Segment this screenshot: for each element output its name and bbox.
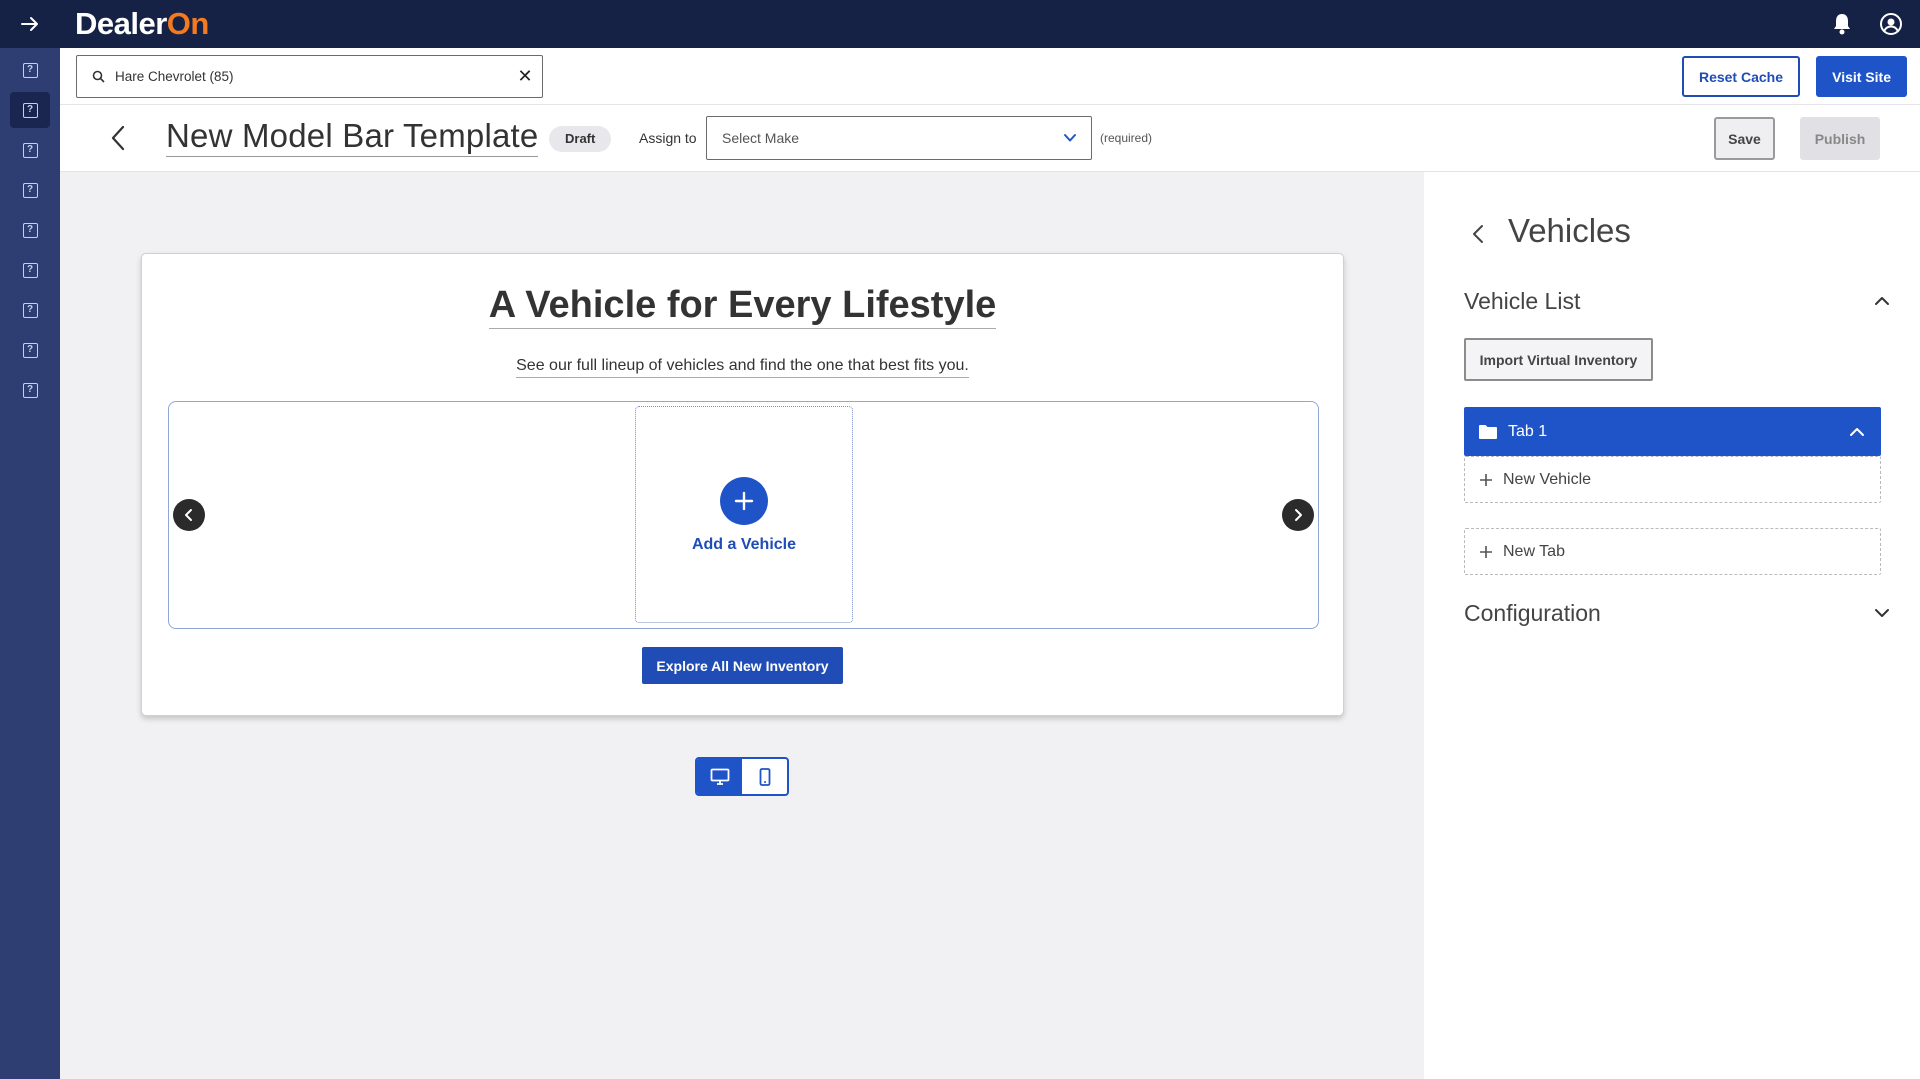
visit-site-button[interactable]: Visit Site [1816, 56, 1907, 97]
plus-icon [734, 491, 754, 511]
reset-cache-button[interactable]: Reset Cache [1681, 56, 1800, 97]
tab-1-header[interactable]: Tab 1 [1464, 407, 1881, 456]
logo-text: Dealer [75, 6, 167, 41]
dealer-search-bar: Hare Chevrolet (85) ✕ Reset Cache Visit … [60, 48, 1920, 105]
help-icon: ? [22, 182, 38, 198]
chevron-left-icon [111, 125, 125, 151]
mobile-preview-button[interactable] [742, 759, 787, 794]
save-button[interactable]: Save [1714, 117, 1775, 160]
help-icon: ? [22, 342, 38, 358]
device-preview-toggle [695, 757, 789, 796]
settings-panel: Vehicles Vehicle List Import Virtual Inv… [1424, 172, 1920, 1079]
bell-icon [1834, 14, 1850, 35]
nav-item-7[interactable]: ? [10, 292, 50, 328]
new-vehicle-label: New Vehicle [1503, 470, 1592, 488]
search-icon [92, 70, 105, 83]
chevron-left-icon [1473, 225, 1483, 243]
top-bar: Dealer On [60, 0, 1920, 48]
make-select[interactable]: Select Make [706, 116, 1092, 160]
configuration-expand-button[interactable] [1874, 606, 1890, 625]
arrow-right-icon [21, 17, 38, 31]
preview-subheading[interactable]: See our full lineup of vehicles and find… [516, 357, 969, 378]
desktop-preview-button[interactable] [697, 759, 742, 794]
chevron-up-icon [1875, 297, 1889, 305]
expand-nav-button[interactable] [0, 0, 60, 48]
nav-item-1[interactable]: ? [10, 52, 50, 88]
carousel-next-button[interactable] [1282, 499, 1314, 531]
chevron-up-icon [1850, 427, 1864, 436]
editor-header: New Model Bar Template Draft Assign to S… [60, 105, 1920, 172]
preview-heading[interactable]: A Vehicle for Every Lifestyle [488, 284, 997, 329]
help-icon: ? [22, 262, 38, 278]
make-select-placeholder: Select Make [722, 130, 800, 146]
nav-item-6[interactable]: ? [10, 252, 50, 288]
nav-item-3[interactable]: ? [10, 132, 50, 168]
configuration-heading[interactable]: Configuration [1464, 600, 1601, 627]
panel-back-button[interactable] [1472, 224, 1484, 249]
nav-item-2[interactable]: ? [10, 92, 50, 128]
left-rail: ? ? ? ? ? ? ? ? ? [0, 0, 60, 1079]
import-virtual-inventory-button[interactable]: Import Virtual Inventory [1464, 338, 1653, 381]
vehicle-list-heading[interactable]: Vehicle List [1464, 288, 1580, 315]
add-vehicle-slot[interactable]: Add a Vehicle [635, 406, 853, 623]
new-tab-label: New Tab [1503, 542, 1565, 560]
dealeron-logo[interactable]: Dealer On [75, 6, 209, 42]
nav-item-5[interactable]: ? [10, 212, 50, 248]
folder-icon [1479, 424, 1497, 439]
nav-item-4[interactable]: ? [10, 172, 50, 208]
help-icon: ? [22, 102, 38, 118]
mobile-icon [759, 767, 770, 786]
new-tab-button[interactable]: New Tab [1464, 528, 1881, 575]
panel-title: Vehicles [1508, 212, 1631, 249]
help-icon: ? [22, 222, 38, 238]
chevron-left-icon [185, 509, 192, 521]
back-button[interactable] [110, 125, 126, 156]
tab-1-label: Tab 1 [1508, 422, 1548, 440]
desktop-icon [710, 768, 729, 785]
help-icon: ? [22, 382, 38, 398]
add-vehicle-label[interactable]: Add a Vehicle [636, 536, 852, 554]
nav-item-9[interactable]: ? [10, 372, 50, 408]
required-note: (required) [1100, 131, 1153, 145]
model-bar-preview: A Vehicle for Every Lifestyle See our fu… [141, 253, 1344, 716]
account-button[interactable] [1879, 12, 1903, 41]
vehicle-carousel: Add a Vehicle [168, 401, 1319, 629]
add-vehicle-button[interactable] [720, 477, 768, 525]
help-icon: ? [22, 302, 38, 318]
help-icon: ? [22, 142, 38, 158]
logo-text-accent: On [166, 6, 210, 41]
assign-label: Assign to [639, 130, 697, 146]
explore-inventory-button[interactable]: Explore All New Inventory [642, 647, 843, 684]
carousel-prev-button[interactable] [173, 499, 205, 531]
chevron-right-icon [1295, 509, 1302, 521]
clear-search-button[interactable]: ✕ [508, 66, 542, 87]
search-value: Hare Chevrolet (85) [115, 69, 234, 84]
template-title[interactable]: New Model Bar Template [166, 117, 539, 157]
help-icon: ? [22, 62, 38, 78]
chevron-down-icon [1875, 609, 1889, 617]
notifications-button[interactable] [1832, 13, 1852, 40]
nav-item-8[interactable]: ? [10, 332, 50, 368]
publish-button[interactable]: Publish [1800, 117, 1880, 160]
new-vehicle-button[interactable]: New Vehicle [1464, 456, 1881, 503]
chevron-down-icon [1064, 134, 1076, 142]
status-badge: Draft [549, 126, 612, 152]
plus-icon [1480, 473, 1492, 486]
user-circle-icon [1880, 13, 1902, 35]
vehicle-list-collapse-button[interactable] [1874, 294, 1890, 313]
plus-icon [1480, 545, 1492, 558]
dealer-search-input[interactable]: Hare Chevrolet (85) ✕ [76, 55, 543, 98]
